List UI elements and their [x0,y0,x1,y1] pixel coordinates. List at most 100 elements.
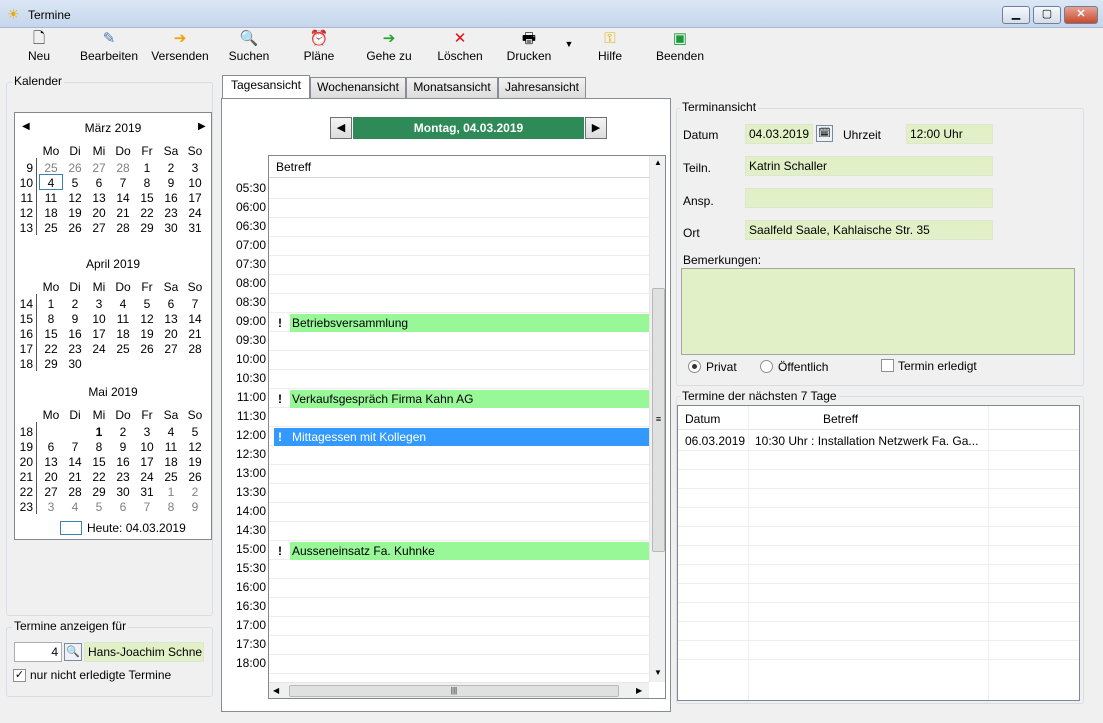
close-button[interactable]: ✕ [1064,6,1098,24]
calendar-day[interactable]: 16 [63,327,87,341]
calendar-day[interactable]: 6 [39,440,63,454]
calendar-day[interactable]: 30 [63,357,87,371]
calendar-day[interactable]: 10 [87,312,111,326]
calendar-day[interactable]: 5 [183,425,207,439]
new-button[interactable]: 🗋 Neu [14,28,64,70]
calendar-day[interactable]: 15 [87,455,111,469]
delete-button[interactable]: ✕ Löschen [432,28,488,70]
goto-button[interactable]: ➔ Gehe zu [362,28,416,70]
calendar-day[interactable]: 12 [135,312,159,326]
only-open-checkbox[interactable]: ✓ [13,669,26,682]
vertical-scroll-thumb[interactable]: ≡ [652,288,665,552]
calendar-day[interactable]: 14 [111,191,135,205]
calendar-day[interactable]: 26 [183,470,207,484]
horizontal-scroll-thumb[interactable]: ||| [289,685,619,697]
tab-week[interactable]: Wochenansicht [310,77,406,98]
calendar-day[interactable]: 21 [111,206,135,220]
day-grid[interactable]: Betreff ▲ ≡ ▼ ◀ ||| ▶ [268,155,666,699]
notes-textarea[interactable] [681,268,1075,355]
calendar-day[interactable]: 21 [183,327,207,341]
calendar-day[interactable]: 11 [39,191,63,205]
calendar-day[interactable]: 22 [135,206,159,220]
tab-month[interactable]: Monatsansicht [406,77,498,98]
calendar[interactable]: März 2019 Mo Di Mi Do Fr Sa So 9 25 26 27 28 1 2 3 10 4 5 6… [14,112,212,540]
calendar-day[interactable]: 28 [63,485,87,499]
calendar-day[interactable]: 13 [87,191,111,205]
calendar-day[interactable]: 27 [87,221,111,235]
calendar-day[interactable]: 8 [135,176,159,190]
upcoming-col-date[interactable]: Datum [685,412,720,426]
calendar-day[interactable]: 14 [183,312,207,326]
contact-field[interactable] [745,188,993,208]
calendar-day[interactable]: 3 [135,425,159,439]
calendar-day[interactable]: 17 [87,327,111,341]
calendar-day[interactable]: 8 [87,440,111,454]
calendar-day[interactable]: 3 [87,297,111,311]
calendar-day[interactable]: 22 [39,342,63,356]
calendar-day[interactable]: 17 [135,455,159,469]
upcoming-row-date[interactable]: 06.03.2019 [685,434,745,448]
send-button[interactable]: ➔ Versenden [148,28,212,70]
calendar-day[interactable]: 30 [111,485,135,499]
today-label[interactable]: Heute: 04.03.2019 [87,521,186,535]
calendar-day[interactable]: 11 [159,440,183,454]
calendar-day[interactable]: 25 [159,470,183,484]
calendar-day[interactable]: 9 [159,176,183,190]
calendar-day[interactable]: 31 [135,485,159,499]
calendar-day[interactable]: 1 [159,485,183,499]
calendar-day[interactable]: 27 [159,342,183,356]
calendar-day[interactable]: 6 [111,500,135,514]
calendar-day[interactable]: 26 [63,221,87,235]
calendar-day[interactable]: 28 [111,221,135,235]
calendar-day[interactable]: 4 [111,297,135,311]
calendar-day[interactable]: 16 [159,191,183,205]
prev-day-button[interactable]: ◀ [330,117,352,139]
calendar-day[interactable]: 30 [159,221,183,235]
participant-field[interactable]: Katrin Schaller [745,156,993,176]
calendar-day[interactable]: 10 [183,176,207,190]
calendar-day[interactable]: 9 [183,500,207,514]
search-button[interactable]: 🔍 Suchen [224,28,274,70]
upcoming-table[interactable]: Datum Betreff 06.03.2019 10:30 Uhr : Ins… [677,405,1080,701]
calendar-day[interactable]: 2 [159,161,183,175]
calendar-day[interactable]: 12 [63,191,87,205]
next-month-icon[interactable]: ▶ [198,121,206,132]
date-field[interactable]: 04.03.2019 [745,124,813,144]
print-dropdown-button[interactable]: ▼ [562,28,576,70]
calendar-day[interactable]: 21 [63,470,87,484]
calendar-day[interactable]: 13 [39,455,63,469]
calendar-day[interactable]: 10 [135,440,159,454]
calendar-day[interactable]: 20 [39,470,63,484]
calendar-day[interactable]: 18 [111,327,135,341]
calendar-day[interactable]: 5 [63,176,87,190]
calendar-day[interactable]: 26 [135,342,159,356]
upcoming-row-subject[interactable]: 10:30 Uhr : Installation Netzwerk Fa. Ga… [755,434,978,448]
vertical-scrollbar[interactable]: ▲ ≡ ▼ [649,156,665,682]
calendar-day[interactable]: 31 [183,221,207,235]
calendar-day[interactable]: 27 [87,161,111,175]
calendar-day[interactable]: 18 [159,455,183,469]
calendar-day[interactable]: 23 [63,342,87,356]
done-checkbox[interactable] [881,359,894,372]
calendar-day[interactable]: 2 [111,425,135,439]
edit-button[interactable]: ✎ Bearbeiten [76,28,142,70]
calendar-day[interactable]: 25 [39,161,63,175]
horizontal-scrollbar[interactable]: ◀ ||| ▶ [269,682,649,698]
calendar-day[interactable]: 29 [39,357,63,371]
calendar-day[interactable]: 5 [135,297,159,311]
calendar-day[interactable]: 19 [135,327,159,341]
calendar-day[interactable]: 20 [87,206,111,220]
calendar-day[interactable]: 26 [63,161,87,175]
calendar-day[interactable]: 28 [111,161,135,175]
scroll-up-icon[interactable]: ▲ [654,158,662,167]
calendar-day[interactable]: 23 [111,470,135,484]
calendar-day[interactable]: 28 [183,342,207,356]
calendar-day[interactable]: 23 [159,206,183,220]
calendar-day[interactable]: 29 [87,485,111,499]
calendar-day[interactable]: 24 [135,470,159,484]
exit-button[interactable]: ▣ Beenden [652,28,708,70]
calendar-day[interactable]: 7 [183,297,207,311]
calendar-day[interactable]: 3 [39,500,63,514]
next-day-button[interactable]: ▶ [585,117,607,139]
calendar-day[interactable]: 14 [63,455,87,469]
